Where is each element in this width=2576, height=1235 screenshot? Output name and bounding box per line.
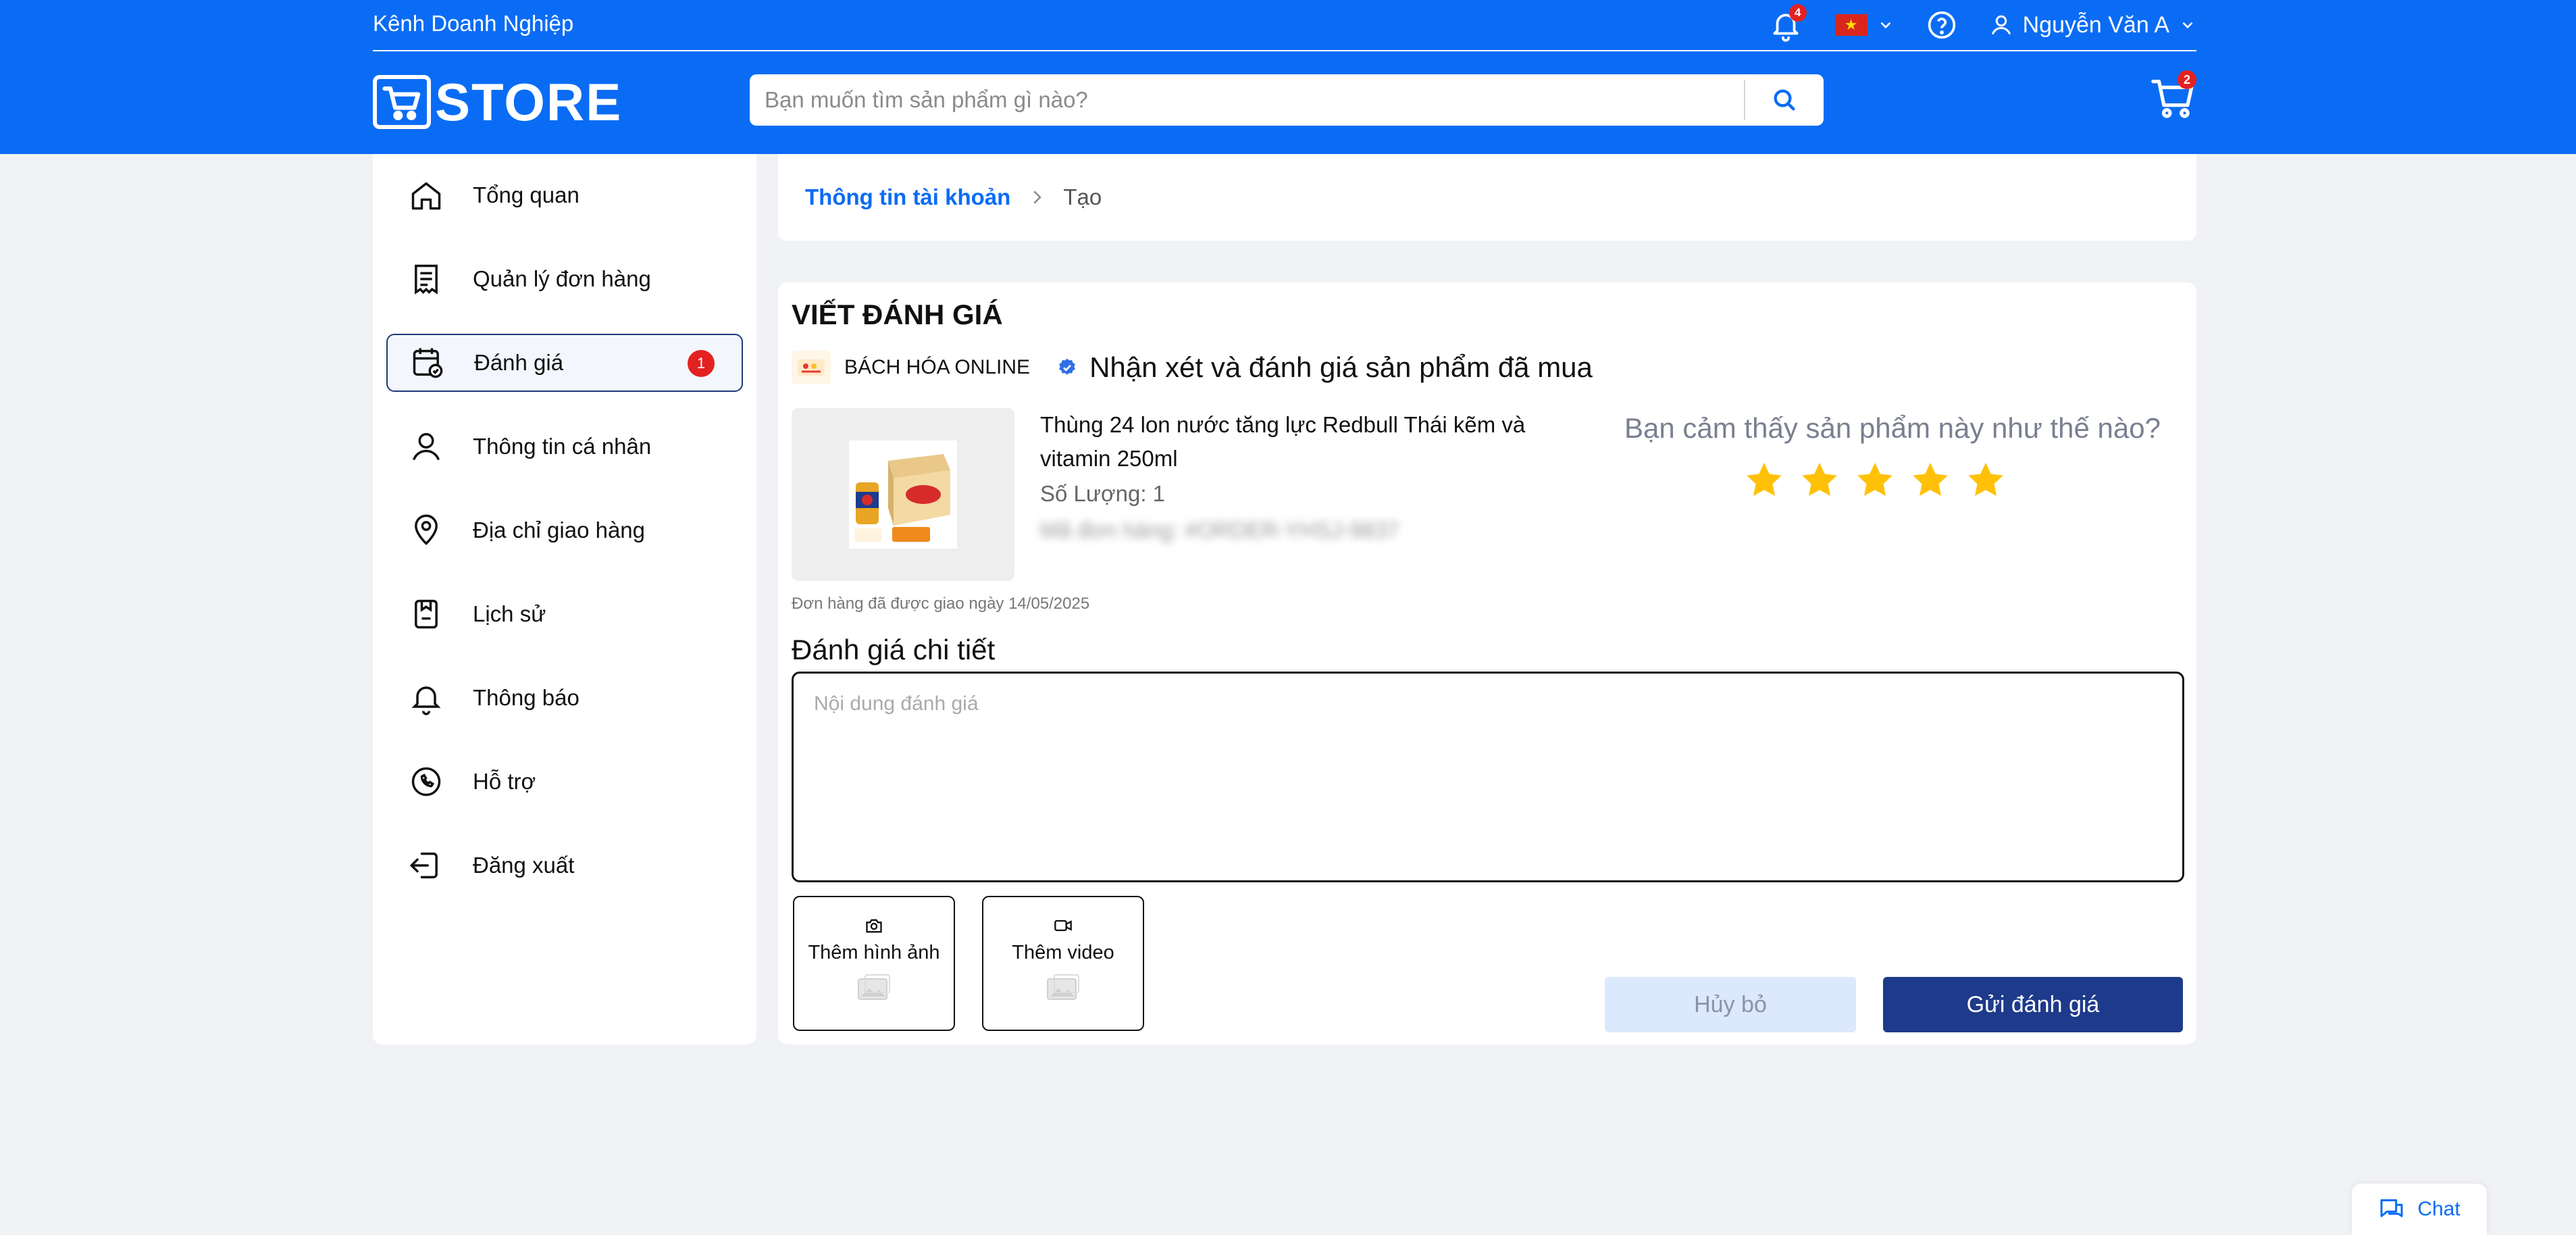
star-icon[interactable] [1744,459,1784,500]
sidebar-item-label: Hỗ trợ [473,769,536,794]
notification-bell[interactable]: 4 [1769,4,1807,42]
chevron-right-icon [1027,187,1047,207]
cancel-button[interactable]: Hủy bỏ [1605,977,1856,1032]
language-selector[interactable]: ★ [1834,14,1895,36]
sidebar-item-label: Thông tin cá nhân [473,434,652,459]
add-image-label: Thêm hình ảnh [808,942,940,963]
home-icon [407,176,446,215]
notification-badge: 4 [1788,4,1807,22]
sidebar-item-label: Địa chỉ giao hàng [473,518,646,543]
sidebar-item-profile[interactable]: Thông tin cá nhân [386,418,743,476]
review-count-badge: 1 [688,350,715,377]
chevron-down-icon [2182,22,2193,29]
breadcrumb-current: Tạo [1063,184,1102,209]
sidebar-item-address[interactable]: Địa chỉ giao hàng [386,501,743,559]
business-channel-link[interactable]: Kênh Doanh Nghiệp [373,11,573,36]
video-placeholder-icon [1047,974,1079,1000]
page-title: VIẾT ĐÁNH GIÁ [792,299,1003,330]
review-icon [408,343,447,382]
user-menu[interactable]: Nguyễn Văn A [1989,12,2196,39]
verified-purchase-text: Nhận xét và đánh giá sản phẩm đã mua [1089,351,1593,383]
top-header: Kênh Doanh Nghiệp 4 ★ Nguyễn Văn A STORE [0,0,2576,154]
sidebar-item-label: Tổng quan [473,182,579,207]
breadcrumb: Thông tin tài khoản Tạo [778,154,2196,241]
camera-icon [866,919,882,933]
sidebar-item-support[interactable]: Hỗ trợ [386,753,743,811]
chat-button[interactable]: Chat [2352,1184,2487,1235]
vietnam-flag-icon: ★ [1834,14,1867,36]
bell-icon [407,678,446,717]
video-icon [1054,919,1072,932]
chat-label: Chat [2417,1198,2461,1220]
add-image-button[interactable]: Thêm hình ảnh [793,896,955,1031]
verified-badge-icon [1059,358,1075,375]
logo-text: STORE [435,72,623,132]
user-name: Nguyễn Văn A [2022,11,2169,38]
chevron-down-icon [1880,22,1891,29]
main-header-bar: STORE 2 [373,51,2196,154]
search-button[interactable] [1744,80,1824,120]
detail-review-label: Đánh giá chi tiết [792,634,996,665]
image-placeholder-icon [858,974,890,1000]
search-input[interactable] [750,74,1744,126]
shop-logo [792,351,831,384]
phone-icon [407,762,446,801]
user-icon [1991,15,2011,35]
account-sidebar: Tổng quan Quản lý đơn hàng Đánh giá 1 Th… [373,154,756,1044]
receipt-icon [407,259,446,299]
star-icon[interactable] [1855,459,1895,500]
product-name[interactable]: Thùng 24 lon nước tăng lực Redbull Thái … [1040,408,1540,476]
sidebar-item-overview[interactable]: Tổng quan [386,166,743,224]
product-image [792,408,1014,581]
add-video-label: Thêm video [1012,942,1114,963]
star-rating[interactable] [1744,459,2006,500]
sidebar-item-label: Đăng xuất [473,853,575,878]
search-icon [1774,89,1795,111]
logout-icon [407,846,446,885]
user-icon [407,427,446,466]
top-right-tools: 4 ★ Nguyễn Văn A [1769,0,2196,50]
write-review-card: VIẾT ĐÁNH GIÁ BÁCH HÓA ONLINE Nhận xét v… [778,282,2196,1044]
sidebar-item-history[interactable]: Lịch sử [386,585,743,643]
order-code: Mã đơn hàng: #ORDER-YHSJ-9837 [1040,518,1399,543]
sidebar-item-label: Lịch sử [473,601,546,626]
sidebar-item-label: Thông báo [473,685,579,710]
search-bar [750,74,1824,126]
star-icon[interactable] [1799,459,1840,500]
sidebar-item-notifications[interactable]: Thông báo [386,669,743,727]
delivered-date: Đơn hàng đã được giao ngày 14/05/2025 [792,595,1090,613]
rating-question: Bạn cảm thấy sản phẩm này như thế nào? [1624,412,2161,444]
sidebar-item-orders[interactable]: Quản lý đơn hàng [386,250,743,308]
shop-row: BÁCH HÓA ONLINE Nhận xét và đánh giá sản… [792,347,1593,388]
shop-name[interactable]: BÁCH HÓA ONLINE [844,356,1030,379]
chat-icon [2380,1199,2403,1217]
sidebar-item-label: Đánh giá [474,350,564,375]
history-icon [407,595,446,634]
help-icon[interactable] [1927,10,1957,40]
star-icon[interactable] [1965,459,2006,500]
submit-review-button[interactable]: Gửi đánh giá [1883,977,2183,1032]
product-quantity: Số Lượng: 1 [1040,481,1166,506]
add-video-button[interactable]: Thêm video [982,896,1144,1031]
star-icon[interactable] [1910,459,1951,500]
review-content-textarea[interactable] [792,672,2184,882]
cart-badge: 2 [2178,70,2196,89]
location-icon [407,511,446,550]
sidebar-item-logout[interactable]: Đăng xuất [386,836,743,894]
cart-logo-icon [373,75,431,129]
cart-button[interactable]: 2 [2149,70,2196,124]
top-strip: Kênh Doanh Nghiệp 4 ★ Nguyễn Văn A [373,0,2196,51]
sidebar-item-label: Quản lý đơn hàng [473,266,651,291]
breadcrumb-account-info[interactable]: Thông tin tài khoản [805,184,1010,210]
store-logo[interactable]: STORE [373,72,622,132]
sidebar-item-reviews[interactable]: Đánh giá 1 [386,334,743,392]
